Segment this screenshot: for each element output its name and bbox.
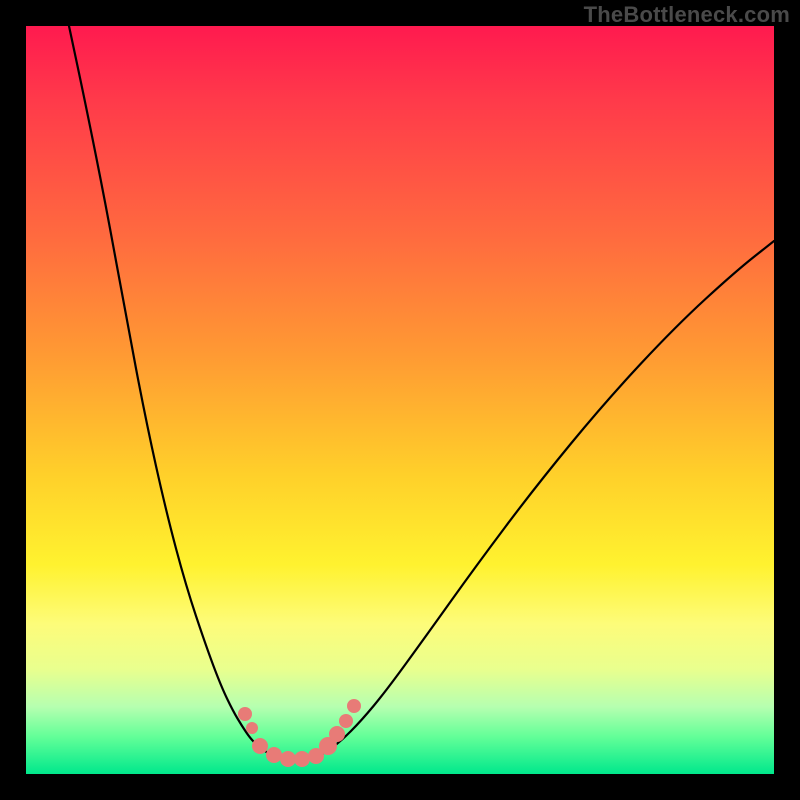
plot-gradient-bg <box>26 26 774 774</box>
stage: TheBottleneck.com <box>0 0 800 800</box>
watermark-text: TheBottleneck.com <box>584 2 790 28</box>
plot-frame <box>26 26 774 774</box>
